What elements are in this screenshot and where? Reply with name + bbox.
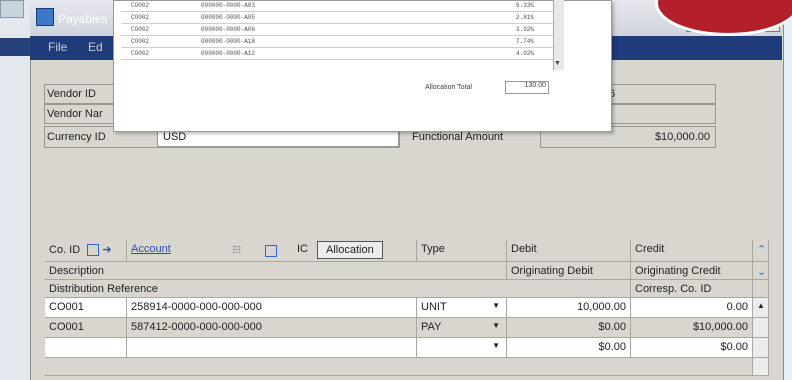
- currency-id-label: Currency ID: [47, 131, 106, 143]
- row1-debit[interactable]: 10,000.00: [507, 298, 631, 318]
- col-account-header: Account ⊟ IC Allocation: [127, 240, 417, 262]
- allocation-total-label: Allocation Total: [425, 84, 472, 91]
- background-window: [0, 0, 30, 380]
- menu-file[interactable]: File: [48, 40, 67, 54]
- row1-credit[interactable]: 0.00: [631, 298, 753, 318]
- popup-row[interactable]: CO002 000000-0000-A05 2.81%: [121, 12, 564, 24]
- ic-label: IC: [297, 243, 308, 255]
- popup-co-id: CO002: [131, 2, 150, 9]
- functional-amount-label: Functional Amount: [412, 131, 504, 143]
- popup-row[interactable]: CO002 000000-0000-A18 7.74%: [121, 36, 564, 48]
- col-originating-debit-header: Originating Debit: [507, 262, 631, 280]
- row2-credit[interactable]: $10,000.00: [631, 318, 753, 338]
- popup-percent: 4.02%: [516, 50, 535, 57]
- popup-row[interactable]: CO002 000000-0000-A03 6.33%: [121, 0, 564, 12]
- row1-type-value: UNIT: [421, 301, 447, 313]
- menu-edit[interactable]: Ed: [88, 40, 103, 54]
- row1-account[interactable]: 258914-0000-000-000-000: [127, 298, 417, 318]
- popup-percent: 7.74%: [516, 38, 535, 45]
- dropdown-arrow-icon[interactable]: ▼: [492, 321, 500, 330]
- popup-co-id: CO002: [131, 14, 150, 21]
- col-debit-header: Debit: [507, 240, 631, 262]
- scroll-corner: [753, 280, 769, 298]
- vendor-id-label: Vendor ID: [47, 88, 96, 100]
- collapse-up-icon[interactable]: ⌃: [753, 240, 769, 262]
- popup-co-id: CO002: [131, 26, 150, 33]
- row3-debit[interactable]: $0.00: [507, 338, 631, 358]
- lookup-icon[interactable]: [87, 244, 100, 257]
- background-menubar: [0, 38, 30, 56]
- popup-account: 000000-0000-A12: [201, 50, 256, 57]
- row3-credit[interactable]: $0.00: [631, 338, 753, 358]
- col-type-header: Type: [417, 240, 507, 262]
- scrollbar-track[interactable]: [753, 338, 769, 358]
- col-credit-header: Credit: [631, 240, 753, 262]
- empty-row[interactable]: [45, 358, 753, 376]
- popup-percent: 6.33%: [516, 2, 535, 9]
- popup-scroll-down-icon[interactable]: ▼: [554, 60, 561, 67]
- row2-account[interactable]: 587412-0000-000-000-000: [127, 318, 417, 338]
- popup-percent: 2.81%: [516, 14, 535, 21]
- row2-co-id[interactable]: CO001: [45, 318, 127, 338]
- col-co-id-header: Co. ID ➜: [45, 240, 127, 262]
- col-originating-credit-header: Originating Credit: [631, 262, 753, 280]
- popup-account: 000000-0000-A18: [201, 38, 256, 45]
- popup-co-id: CO002: [131, 38, 150, 45]
- app-icon: [36, 8, 54, 26]
- scroll-up-icon[interactable]: ▲: [753, 298, 769, 318]
- allocation-total-value: 130.00: [505, 81, 549, 94]
- dropdown-arrow-icon[interactable]: ▼: [492, 341, 500, 350]
- dropdown-arrow-icon[interactable]: ▼: [492, 301, 500, 310]
- col-description-header: Description: [45, 262, 507, 280]
- row2-debit[interactable]: $0.00: [507, 318, 631, 338]
- row3-co-id[interactable]: [45, 338, 127, 358]
- col-corresp-co-id-header: Corresp. Co. ID: [631, 280, 753, 298]
- expand-down-icon[interactable]: ⌄: [753, 262, 769, 280]
- popup-account: 000000-0000-A05: [201, 14, 256, 21]
- col-distribution-reference-header: Distribution Reference: [45, 280, 631, 298]
- row2-type-value: PAY: [421, 321, 442, 333]
- currency-id-value: USD: [163, 131, 187, 143]
- row2-type[interactable]: PAY ▼: [417, 318, 507, 338]
- popup-percent: 3.92%: [516, 26, 535, 33]
- popup-co-id: CO002: [131, 50, 150, 57]
- distribution-grid: Co. ID ➜ Account ⊟ IC Allocation Type De…: [45, 240, 769, 380]
- co-id-header-label: Co. ID: [49, 244, 81, 256]
- functional-amount-value: $10,000.00: [654, 131, 710, 143]
- row3-account[interactable]: [127, 338, 417, 358]
- background-window-control: [0, 0, 24, 18]
- expand-icon[interactable]: ⊟: [232, 243, 241, 256]
- popup-row[interactable]: CO002 000000-0000-A12 4.02%: [121, 48, 564, 60]
- popup-row[interactable]: CO002 000000-0000-A06 3.92%: [121, 24, 564, 36]
- vendor-name-label: Vendor Nar: [47, 108, 103, 120]
- row1-co-id[interactable]: CO001: [45, 298, 127, 318]
- popup-account: 000000-0000-A06: [201, 26, 256, 33]
- row3-type[interactable]: ▼: [417, 338, 507, 358]
- scrollbar-track[interactable]: [753, 318, 769, 338]
- account-link[interactable]: Account: [131, 243, 171, 255]
- arrow-right-icon[interactable]: ➜: [102, 244, 111, 256]
- popup-account: 000000-0000-A03: [201, 2, 256, 9]
- window-title: Payables: [58, 12, 108, 26]
- allocation-button[interactable]: Allocation: [317, 241, 383, 259]
- lookup-icon[interactable]: [265, 245, 277, 257]
- scrollbar-track[interactable]: [753, 358, 769, 376]
- row1-type[interactable]: UNIT ▼: [417, 298, 507, 318]
